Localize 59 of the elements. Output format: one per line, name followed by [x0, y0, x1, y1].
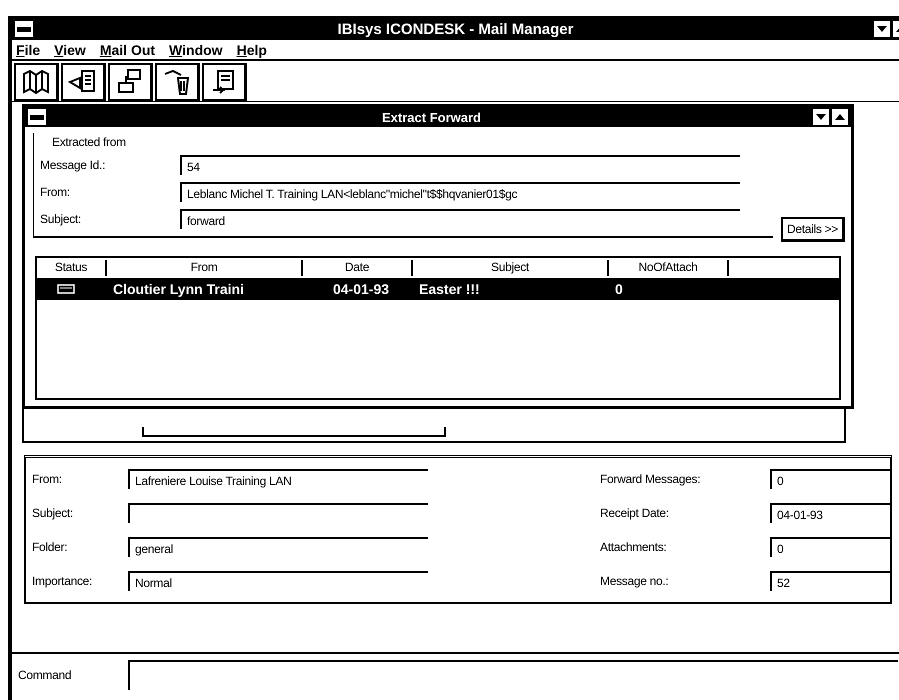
- window-title: IBIsys ICONDESK - Mail Manager: [336, 20, 574, 38]
- text-field[interactable]: 0: [770, 469, 890, 489]
- text-field[interactable]: general: [128, 537, 428, 557]
- minimize-button[interactable]: [813, 109, 829, 125]
- field-label: Receipt Date:: [599, 506, 670, 520]
- menu-item[interactable]: Help: [236, 42, 267, 58]
- toolbar-button[interactable]: [155, 63, 200, 102]
- up-arrow-icon: [835, 114, 845, 120]
- system-menu-button[interactable]: [28, 109, 46, 125]
- down-arrow-icon: [816, 114, 826, 120]
- scrollbar[interactable]: [142, 427, 446, 437]
- table-cell-text: Cloutier Lynn Traini: [112, 281, 245, 297]
- down-arrow-icon: [877, 26, 887, 32]
- column-header[interactable]: NoOfAttach: [609, 260, 729, 276]
- text-field[interactable]: forward: [180, 208, 740, 228]
- toolbar-button[interactable]: [108, 63, 153, 102]
- menu-item[interactable]: Mail Out: [100, 42, 156, 58]
- text-field[interactable]: Lafreniere Louise Training LAN: [128, 469, 428, 489]
- field-label: Message Id.:: [39, 158, 106, 172]
- field-label: Forward Messages:: [599, 472, 702, 486]
- text-field[interactable]: 52: [770, 571, 890, 591]
- column-header[interactable]: From: [107, 260, 303, 276]
- toolbar-button[interactable]: [202, 63, 247, 102]
- field-label: From:: [39, 184, 71, 198]
- column-header[interactable]: Subject: [413, 260, 609, 276]
- maximize-button[interactable]: [832, 109, 848, 125]
- minimize-button[interactable]: [874, 21, 890, 37]
- trash-icon: [162, 68, 192, 96]
- message-row[interactable]: Cloutier Lynn Traini 04-01-93 Easter !!! 0: [37, 278, 839, 300]
- system-menu-button[interactable]: [15, 21, 33, 37]
- table-cell-text: 0: [614, 281, 624, 297]
- command-label: Command: [17, 668, 72, 682]
- toolbar-button[interactable]: [61, 63, 106, 102]
- column-header[interactable]: Date: [303, 260, 413, 276]
- text-field[interactable]: [128, 503, 428, 523]
- text-field[interactable]: 54: [180, 154, 740, 174]
- text-field[interactable]: Normal: [128, 571, 428, 591]
- field-label: Message no.:: [599, 574, 670, 588]
- dialog-title: Extract Forward: [381, 110, 482, 124]
- table-cell-text: Easter !!!: [418, 281, 481, 297]
- table-cell-text: 04-01-93: [332, 281, 390, 297]
- menu-item[interactable]: View: [54, 42, 86, 58]
- toolbar-button[interactable]: [14, 63, 59, 102]
- field-label: Attachments:: [599, 540, 668, 554]
- command-field[interactable]: [128, 660, 898, 690]
- menu-item[interactable]: File: [16, 42, 40, 58]
- menu-item[interactable]: Window: [169, 42, 223, 58]
- field-label: Folder:: [31, 540, 68, 554]
- text-field[interactable]: 04-01-93: [770, 503, 890, 523]
- text-field[interactable]: 0: [770, 537, 890, 557]
- field-label: From:: [31, 472, 63, 486]
- field-label: Subject:: [39, 212, 82, 226]
- text-field[interactable]: Leblanc Michel T. Training LAN<leblanc"michel"t$$hqvanier01$gc: [180, 182, 740, 202]
- envelope-icon: [57, 284, 75, 294]
- column-header[interactable]: Status: [37, 260, 107, 276]
- group-label: Extracted from: [52, 135, 126, 149]
- field-label: Importance:: [31, 574, 94, 588]
- field-label: Subject:: [31, 506, 74, 520]
- details-button[interactable]: Details >>: [780, 217, 845, 242]
